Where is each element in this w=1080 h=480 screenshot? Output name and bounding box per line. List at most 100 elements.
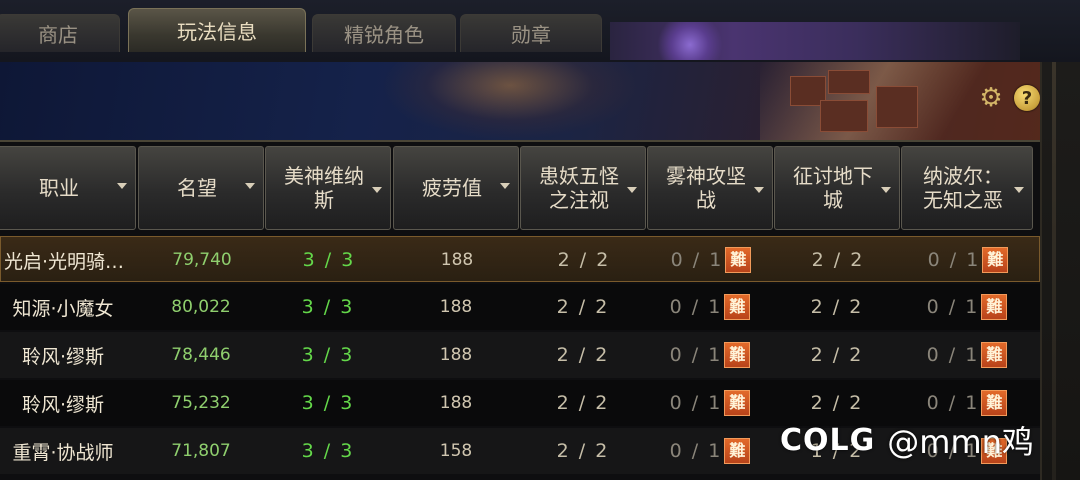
fatigue-cell-text: 188 [439,393,473,413]
column-header-fatigue[interactable]: 疲劳值 [393,146,519,230]
dungeon-cell: 2 / 2 [774,332,900,378]
chevron-down-icon[interactable] [372,187,382,193]
job-cell-text: 知源·小魔女 [12,297,114,320]
chevron-down-icon[interactable] [500,183,510,189]
column-header-label: 美神维纳斯 [284,164,364,212]
column-header-yaoguai[interactable]: 患妖五怪 之注视 [520,146,646,230]
chevron-down-icon[interactable] [117,183,127,189]
job-cell-text: 聆风·缪斯 [21,345,105,368]
column-header-dungeon[interactable]: 征讨地下城 [774,146,900,230]
dungeon-cell-text: 2 / 2 [811,249,865,271]
yaoguai-cell-text: 2 / 2 [556,344,610,366]
gear-icon[interactable]: ⚙ [978,85,1004,111]
tab-shop[interactable]: 商店 [0,14,120,52]
mist-cell-text: 0 / 1 [670,249,724,271]
dungeon-cell-text: 2 / 2 [810,296,864,318]
column-header-venus[interactable]: 美神维纳斯 [265,146,391,230]
yaoguai-cell: 2 / 2 [521,237,647,283]
hard-mode-badge-icon: 難 [724,390,751,416]
fame-cell-text: 71,807 [171,441,231,461]
yaoguai-cell: 2 / 2 [520,380,646,426]
fatigue-cell: 158 [393,428,519,474]
venus-cell-text: 3 / 3 [301,344,355,366]
chevron-down-icon[interactable] [881,187,891,193]
fame-cell: 75,232 [138,380,264,426]
tab-gameplay-info[interactable]: 玩法信息 [128,8,306,52]
job-cell-text: 光启·光明骑… [3,250,125,273]
hard-mode-badge-icon: 難 [981,390,1008,416]
venus-cell-text: 3 / 3 [301,440,355,462]
fatigue-cell: 188 [393,284,519,330]
watermark-handle: @mmn鸡 [887,423,1034,461]
dungeon-cell: 2 / 2 [775,237,901,283]
table-row[interactable]: 知源·小魔女 80,022 3 / 3 188 2 / 20 / 1難2 / 20 / … [0,284,1040,330]
column-header-label: 职业 [39,176,79,200]
column-header-label: 雾神攻坚战 [666,164,746,212]
tab-bar: 商店 玩法信息 精锐角色 勋章 [0,0,1080,62]
chevron-down-icon[interactable] [627,187,637,193]
fatigue-cell-text: 158 [439,441,473,461]
banner-artwork: ⚙ ? [0,62,1040,140]
tab-medals[interactable]: 勋章 [460,14,602,52]
venus-cell: 3 / 3 [265,428,391,474]
column-header-mist[interactable]: 雾神攻坚战 [647,146,773,230]
mist-cell-text: 0 / 1 [669,296,723,318]
fatigue-cell-text: 188 [439,345,473,365]
mist-cell-text: 0 / 1 [669,344,723,366]
job-cell: 重霄·协战师 [0,428,136,474]
venus-cell: 3 / 3 [265,380,391,426]
column-header-napol[interactable]: 纳波尔： 无知之恶 [901,146,1033,230]
column-header-fame[interactable]: 名望 [138,146,264,230]
job-cell: 聆风·缪斯 [0,380,136,426]
job-cell: 聆风·缪斯 [0,332,136,378]
column-header-job[interactable]: 职业 [0,146,136,230]
hard-mode-badge-icon: 難 [982,247,1009,273]
question-icon[interactable]: ? [1014,85,1040,111]
mist-cell: 0 / 1難 [647,284,773,330]
job-cell: 知源·小魔女 [0,284,136,330]
game-window: 商店 玩法信息 精锐角色 勋章 ⚙ ? 职业 名望 美神维纳斯 疲劳值 患妖五怪 之注视雾… [0,0,1080,480]
dungeon-cell-text: 2 / 2 [810,392,864,414]
window-frame-right [1040,62,1080,480]
table-header: 职业 名望 美神维纳斯 疲劳值 患妖五怪 之注视 雾神攻坚战征讨地下城 纳波尔： 无知之恶 [0,146,1040,230]
mist-cell: 0 / 1難 [647,380,773,426]
napol-cell: 0 / 1難 [901,332,1033,378]
hard-mode-badge-icon: 難 [725,247,752,273]
chevron-down-icon[interactable] [754,187,764,193]
mist-cell-text: 0 / 1 [669,392,723,414]
table-row[interactable]: 光启·光明骑… 79,740 3 / 3 188 2 / 20 / 1難2 / 20 /… [0,236,1040,282]
column-header-label: 患妖五怪 之注视 [539,164,619,212]
fame-cell-text: 79,740 [172,250,232,270]
chevron-down-icon[interactable] [245,183,255,189]
fame-cell-text: 78,446 [171,345,231,365]
column-header-label: 疲劳值 [422,176,482,200]
napol-cell-text: 0 / 1 [926,296,980,318]
tab-elite-characters[interactable]: 精锐角色 [312,14,456,52]
yaoguai-cell-text: 2 / 2 [557,249,611,271]
fatigue-cell-text: 188 [440,250,474,270]
napol-cell: 0 / 1難 [901,284,1033,330]
job-cell-text: 聆风·缪斯 [21,393,105,416]
venus-cell: 3 / 3 [265,284,391,330]
fame-cell: 80,022 [138,284,264,330]
venus-cell-text: 3 / 3 [302,249,356,271]
hard-mode-badge-icon: 難 [981,294,1008,320]
yaoguai-cell-text: 2 / 2 [556,296,610,318]
fame-cell: 78,446 [138,332,264,378]
dungeon-cell: 2 / 2 [774,284,900,330]
yaoguai-cell: 2 / 2 [520,284,646,330]
hard-mode-badge-icon: 難 [981,342,1008,368]
hard-mode-badge-icon: 難 [724,342,751,368]
job-cell-text: 重霄·协战师 [12,441,114,464]
tab-bar-artwork [610,22,1020,60]
yaoguai-cell-text: 2 / 2 [556,440,610,462]
mist-cell: 0 / 1難 [648,237,774,283]
job-cell: 光启·光明骑… [0,237,137,283]
table-row[interactable]: 聆风·缪斯 78,446 3 / 3 188 2 / 20 / 1難2 / 20 / 1… [0,332,1040,378]
watermark: COLG @mmn鸡 [780,415,1034,465]
watermark-logo: COLG [780,422,876,458]
fatigue-cell: 188 [393,380,519,426]
chevron-down-icon[interactable] [1014,187,1024,193]
mist-cell: 0 / 1難 [647,332,773,378]
dungeon-cell-text: 2 / 2 [810,344,864,366]
